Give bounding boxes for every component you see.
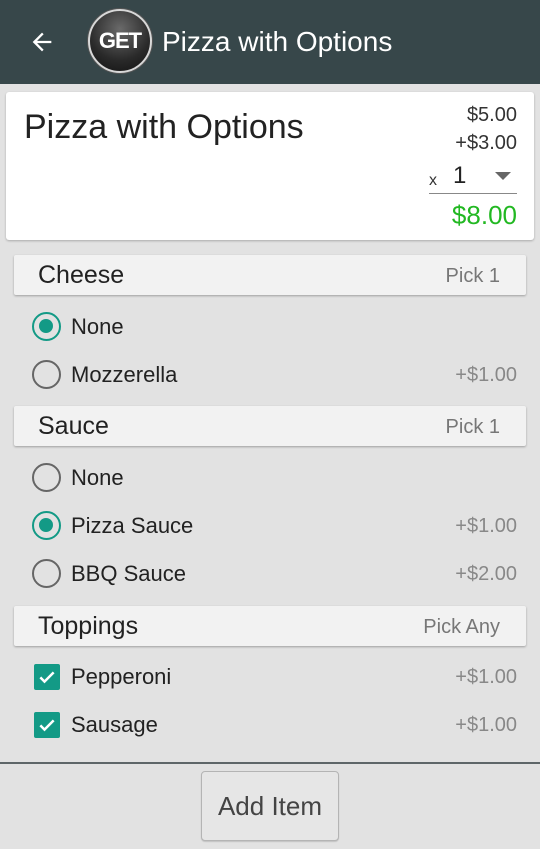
- back-button[interactable]: [0, 0, 84, 84]
- app-screen: GET Pizza with Options Pizza with Option…: [0, 0, 540, 849]
- option-label: Pepperoni: [71, 664, 172, 689]
- option-sauce-pizza-sauce[interactable]: Pizza Sauce +$1.00: [0, 501, 540, 549]
- screen-title: Pizza with Options: [162, 26, 393, 57]
- base-price: $5.00: [466, 104, 517, 126]
- option-label: Pizza Sauce: [71, 513, 194, 538]
- radio-selected-icon[interactable]: [32, 511, 61, 540]
- option-price: +$2.00: [455, 563, 517, 585]
- option-cheese-mozzerella[interactable]: Mozzerella +$1.00: [0, 350, 540, 398]
- radio-unselected-icon[interactable]: [32, 360, 61, 389]
- group-title: Sauce: [38, 412, 109, 440]
- radio-selected-icon[interactable]: [32, 312, 61, 341]
- option-sauce-bbq-sauce[interactable]: BBQ Sauce +$2.00: [0, 549, 540, 597]
- group-header-sauce: Sauce Pick 1: [14, 406, 526, 446]
- option-sauce-none[interactable]: None: [0, 453, 540, 501]
- option-label: None: [71, 465, 124, 490]
- options-price: +$3.00: [455, 132, 517, 154]
- item-summary-card: Pizza with Options $5.00 +$3.00 x 1 $8.0…: [6, 92, 534, 240]
- option-label: None: [71, 314, 124, 339]
- dropdown-caret-icon: [495, 172, 511, 180]
- group-header-cheese: Cheese Pick 1: [14, 255, 526, 295]
- option-label: Sausage: [71, 712, 158, 737]
- quantity-prefix: x: [429, 172, 437, 189]
- option-toppings-sausage[interactable]: Sausage +$1.00: [0, 700, 540, 748]
- check-icon: [39, 719, 55, 732]
- checkbox-checked-icon[interactable]: [34, 664, 60, 690]
- option-label: BBQ Sauce: [71, 561, 186, 586]
- option-cheese-none[interactable]: None: [0, 302, 540, 350]
- radio-unselected-icon[interactable]: [32, 463, 61, 492]
- logo-text: GET: [98, 28, 142, 53]
- radio-unselected-icon[interactable]: [32, 559, 61, 588]
- group-rule: Pick Any: [423, 616, 500, 638]
- item-name: Pizza with Options: [24, 108, 304, 146]
- option-price: +$1.00: [455, 714, 517, 736]
- option-price: +$1.00: [455, 666, 517, 688]
- group-rule: Pick 1: [445, 265, 500, 287]
- group-title: Toppings: [38, 612, 139, 640]
- quantity-spinner[interactable]: x 1: [429, 160, 517, 194]
- checkbox-checked-icon[interactable]: [34, 712, 60, 738]
- option-price: +$1.00: [455, 515, 517, 537]
- option-toppings-pepperoni[interactable]: Pepperoni +$1.00: [0, 652, 540, 700]
- app-logo: GET: [88, 9, 152, 73]
- group-title: Cheese: [38, 261, 125, 289]
- footer-divider: [0, 762, 540, 764]
- add-item-button[interactable]: Add Item: [201, 771, 339, 841]
- total-price: $8.00: [451, 200, 517, 230]
- action-bar: GET Pizza with Options: [0, 0, 540, 84]
- option-price: +$1.00: [455, 364, 517, 386]
- group-rule: Pick 1: [445, 416, 500, 438]
- check-icon: [39, 671, 55, 684]
- quantity-value: 1: [453, 162, 467, 189]
- arrow-left-icon: [32, 32, 52, 52]
- group-header-toppings: Toppings Pick Any: [14, 606, 526, 646]
- option-label: Mozzerella: [71, 362, 178, 387]
